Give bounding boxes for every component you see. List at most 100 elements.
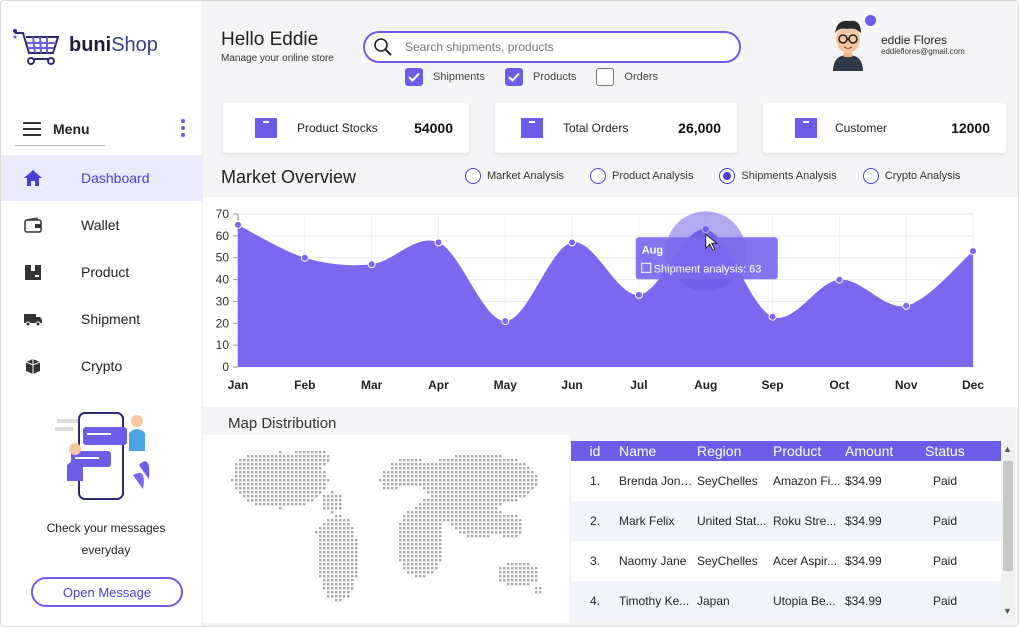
radio-product-analysis[interactable]: Product Analysis	[590, 168, 693, 184]
scrollbar-thumb[interactable]	[1003, 461, 1013, 571]
stat-card-product-stocks[interactable]: Product Stocks 54000	[223, 103, 469, 153]
map-dot	[247, 475, 250, 478]
map-dot	[347, 543, 350, 546]
scroll-down-icon[interactable]: ▼	[1003, 606, 1012, 616]
more-options-icon[interactable]	[181, 119, 185, 137]
map-dot	[323, 495, 326, 498]
map-dot	[523, 463, 526, 466]
map-dot	[271, 467, 274, 470]
map-dot	[483, 495, 486, 498]
data-point[interactable]	[634, 290, 643, 299]
data-point[interactable]	[902, 301, 911, 310]
sidebar-item-product[interactable]: Product	[1, 249, 203, 295]
map-dot	[439, 555, 442, 558]
scroll-up-icon[interactable]: ▲	[1003, 444, 1012, 454]
filter-orders[interactable]: Orders	[596, 68, 658, 86]
map-dot	[419, 567, 422, 570]
radio-crypto-analysis[interactable]: Crypto Analysis	[862, 168, 961, 184]
map-dot	[511, 499, 514, 502]
data-point[interactable]	[568, 238, 577, 247]
radio-unselected-icon[interactable]	[590, 168, 607, 184]
map-dot	[419, 479, 422, 482]
data-point[interactable]	[768, 312, 777, 321]
sidebar-item-crypto[interactable]: Crypto	[1, 343, 203, 389]
open-message-button[interactable]: Open Message	[31, 577, 183, 607]
radio-unselected-icon[interactable]	[465, 168, 481, 184]
filter-shipments[interactable]: Shipments	[405, 68, 485, 86]
data-point[interactable]	[234, 220, 242, 229]
map-dot	[411, 483, 414, 486]
data-point[interactable]	[434, 238, 443, 247]
map-dot	[411, 479, 414, 482]
table-scrollbar[interactable]: ▲ ▼	[1001, 441, 1015, 619]
data-point[interactable]	[501, 317, 510, 326]
sidebar-item-shipment[interactable]: Shipment	[1, 296, 203, 342]
radio-shipments-analysis[interactable]: Shipments Analysis	[719, 168, 837, 184]
map-dot	[455, 483, 458, 486]
radio-market-analysis[interactable]: Market Analysis	[465, 168, 564, 184]
table-row[interactable]: 4. Timothy Ke... Japan Utopia Be... $34.…	[571, 581, 1001, 619]
column-header-product[interactable]: Product	[769, 441, 841, 461]
avatar[interactable]	[825, 15, 871, 71]
map-dot	[427, 523, 430, 526]
data-point[interactable]	[969, 247, 977, 256]
world-map[interactable]	[219, 439, 559, 619]
column-header-status[interactable]: Status	[921, 441, 1001, 461]
map-dot	[431, 527, 434, 530]
stat-card-total-orders[interactable]: Total Orders 26,000	[495, 103, 737, 153]
sidebar-item-dashboard[interactable]: Dashboard	[1, 155, 203, 201]
radio-unselected-icon[interactable]	[862, 168, 879, 184]
map-dot	[495, 471, 498, 474]
radio-selected-icon[interactable]	[719, 168, 736, 184]
sidebar-item-wallet[interactable]: Wallet	[1, 202, 203, 248]
map-dot	[339, 567, 342, 570]
map-dot	[519, 579, 522, 582]
data-point[interactable]	[300, 253, 309, 262]
column-header-name[interactable]: Name	[615, 441, 693, 461]
cell-name: Mark Felix	[619, 514, 675, 528]
checkbox-checked-icon[interactable]	[405, 68, 423, 86]
map-dot	[511, 571, 514, 574]
user-profile[interactable]: eddie Flores eddieflores@gmail.com	[825, 15, 1015, 75]
map-dot	[339, 579, 342, 582]
map-dot	[299, 451, 302, 454]
map-dot	[503, 567, 506, 570]
map-dot	[323, 563, 326, 566]
map-dot	[431, 499, 434, 502]
data-point[interactable]	[835, 275, 844, 284]
map-dot	[491, 483, 494, 486]
map-dot	[467, 487, 470, 490]
map-dot	[515, 575, 518, 578]
brand-logo[interactable]: buniShop	[13, 23, 158, 67]
table-row[interactable]: 3. Naomy Jane SeyChelles Acer Aspir... $…	[571, 541, 1001, 581]
map-dot	[351, 531, 354, 534]
column-header-amount[interactable]: Amount	[841, 441, 921, 461]
search-input[interactable]	[405, 40, 725, 54]
map-dot	[303, 495, 306, 498]
map-dot	[407, 459, 410, 462]
map-dot	[475, 515, 478, 518]
table-row[interactable]: 2. Mark Felix United Stat... Roku Stre..…	[571, 501, 1001, 541]
map-dot	[515, 483, 518, 486]
column-header-region[interactable]: Region	[693, 441, 769, 461]
stat-card-customer[interactable]: Customer 12000	[763, 103, 1006, 153]
area-chart[interactable]: 0 10 20 30 40 50 60 70 Jan Feb Mar Apr May Jun Jul Aug…	[203, 197, 1019, 407]
map-dot	[303, 459, 306, 462]
map-dot	[435, 471, 438, 474]
table-row[interactable]: 1. Brenda Jones SeyChelles Amazon Fi... …	[571, 461, 1001, 501]
map-dot	[423, 479, 426, 482]
data-point[interactable]	[367, 260, 376, 269]
hamburger-icon[interactable]	[23, 122, 41, 136]
filter-products[interactable]: Products	[504, 68, 576, 86]
map-dot	[399, 475, 402, 478]
map-dot	[459, 491, 462, 494]
map-dot	[327, 555, 330, 558]
checkbox-checked-icon[interactable]	[504, 68, 523, 86]
column-header-id[interactable]: id	[571, 441, 615, 461]
checkbox-unchecked-icon[interactable]	[596, 68, 615, 86]
map-dot	[279, 487, 282, 490]
search-bar[interactable]	[363, 31, 741, 63]
map-dot	[323, 523, 326, 526]
cell-amount: $34.99	[845, 474, 882, 488]
map-dot	[419, 575, 422, 578]
